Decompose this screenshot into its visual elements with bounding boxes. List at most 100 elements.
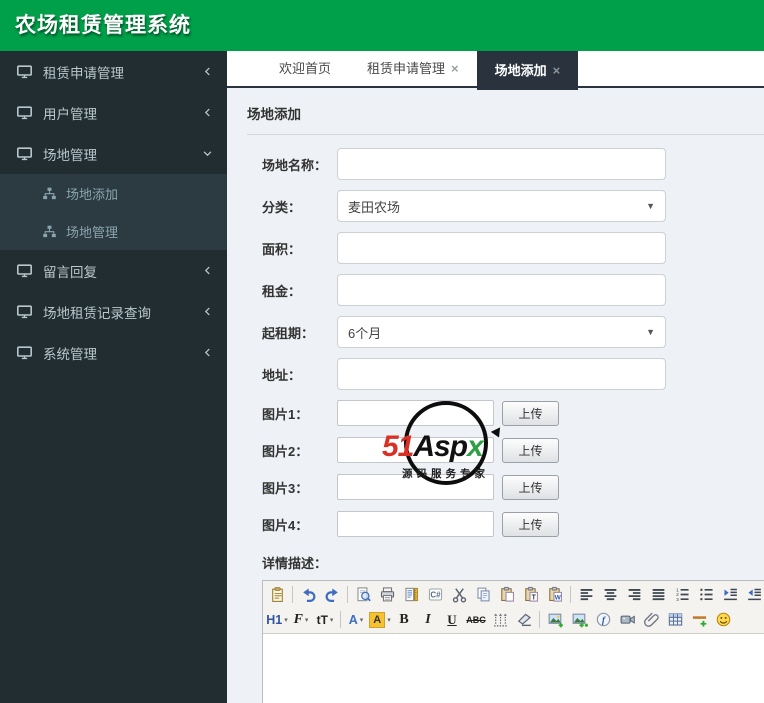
sidebar-subitem-site-manage[interactable]: 场地管理 (0, 212, 227, 250)
area-input[interactable] (337, 232, 666, 264)
sidebar-item-rental-applications[interactable]: 租赁申请管理 (0, 51, 227, 92)
form-row-lease-term: 起租期： 6个月 ▼ (262, 316, 764, 348)
site-name-input[interactable] (337, 148, 666, 180)
heading-select[interactable]: H1 ▾ (265, 609, 289, 631)
horizontal-rule-icon[interactable] (687, 609, 711, 631)
paste-source-icon[interactable] (265, 584, 289, 606)
field-label: 图片3： (262, 480, 309, 496)
sidebar-item-rental-records[interactable]: 场地租赁记录查询 (0, 291, 227, 332)
sidebar-item-label: 场地租赁记录查询 (43, 305, 151, 321)
address-input[interactable] (337, 358, 666, 390)
highlight-color-picker[interactable]: A ▾ (368, 609, 392, 631)
chevron-left-icon (202, 66, 213, 77)
sidebar-subitem-label: 场地管理 (66, 224, 119, 240)
lease-term-select[interactable]: 6个月 ▼ (337, 316, 666, 348)
insert-flash-icon[interactable] (591, 609, 615, 631)
outdent-icon[interactable] (742, 584, 764, 606)
upload-image-icon[interactable] (567, 609, 591, 631)
emoticon-icon[interactable] (711, 609, 735, 631)
image4-input[interactable] (337, 511, 494, 537)
form-row-image1: 图片1： 上传 (262, 400, 764, 426)
insert-table-icon[interactable] (663, 609, 687, 631)
align-left-icon[interactable] (574, 584, 598, 606)
eraser-icon[interactable] (512, 609, 536, 631)
tab-bar: 欢迎首页 租赁申请管理 × 场地添加 × (227, 51, 764, 90)
undo-icon[interactable] (296, 584, 320, 606)
chevron-down-icon (202, 148, 213, 159)
bold-button[interactable]: B (392, 609, 416, 631)
field-label: 详情描述： (262, 556, 328, 571)
chevron-left-icon (202, 107, 213, 118)
align-center-icon[interactable] (598, 584, 622, 606)
sidebar-item-system-management[interactable]: 系统管理 (0, 332, 227, 373)
sitemap-icon (42, 224, 57, 239)
site-add-form: 场地名称： 分类： 麦田农场 ▼ 面积： 租金： 起租期： 6个月 ▼ 地址： (227, 135, 764, 703)
font-size-select[interactable]: tT ▾ (313, 609, 337, 631)
field-label: 图片2： (262, 443, 309, 459)
cut-icon[interactable] (447, 584, 471, 606)
monitor-icon (16, 63, 33, 80)
toolbar-separator (539, 611, 540, 628)
sidebar-item-user-management[interactable]: 用户管理 (0, 92, 227, 133)
main-content: 欢迎首页 租赁申请管理 × 场地添加 × 场地添加 场地名称： 分类： 麦田农场… (227, 51, 764, 703)
italic-button[interactable]: I (416, 609, 440, 631)
print-preview-icon[interactable] (351, 584, 375, 606)
upload-button-2[interactable]: 上传 (502, 437, 559, 463)
sidebar-item-label: 用户管理 (43, 106, 97, 122)
document-ruler-icon[interactable] (399, 584, 423, 606)
code-csharp-icon[interactable] (423, 584, 447, 606)
sidebar-item-site-management[interactable]: 场地管理 (0, 133, 227, 174)
form-row-image2: 图片2： 上传 (262, 437, 764, 463)
insert-media-icon[interactable] (615, 609, 639, 631)
form-row-site-name: 场地名称： (262, 148, 764, 180)
app-header: 农场租赁管理系统 (0, 0, 764, 51)
upload-button-4[interactable]: 上传 (502, 511, 559, 537)
dropdown-arrow-icon: ▼ (646, 201, 655, 211)
insert-image-icon[interactable] (543, 609, 567, 631)
close-icon[interactable]: × (553, 64, 561, 77)
redo-icon[interactable] (320, 584, 344, 606)
rich-text-editor: H1 ▾ F ▾ tT ▾ A ▾ A ▾ B I U ABC (262, 580, 764, 703)
paste-as-text-icon[interactable] (519, 584, 543, 606)
form-row-image3: 图片3： 上传 (262, 474, 764, 500)
tab-site-add[interactable]: 场地添加 × (476, 51, 579, 90)
field-label: 图片4： (262, 517, 309, 533)
tab-welcome[interactable]: 欢迎首页 (261, 51, 349, 86)
field-label: 图片1： (262, 406, 309, 422)
sidebar-subitem-label: 场地添加 (66, 186, 119, 202)
image1-input[interactable] (337, 400, 494, 426)
underline-button[interactable]: U (440, 609, 464, 631)
tab-rental-applications[interactable]: 租赁申请管理 × (349, 51, 477, 86)
upload-button-1[interactable]: 上传 (502, 400, 559, 426)
font-color-picker[interactable]: A ▾ (344, 609, 368, 631)
copy-icon[interactable] (471, 584, 495, 606)
image2-input[interactable] (337, 437, 494, 463)
form-row-area: 面积： (262, 232, 764, 264)
close-icon[interactable]: × (451, 62, 459, 75)
align-justify-icon[interactable] (646, 584, 670, 606)
strikethrough-button[interactable]: ABC (464, 609, 488, 631)
caret-down-icon: ▾ (387, 616, 391, 624)
align-right-icon[interactable] (622, 584, 646, 606)
attachment-icon[interactable] (639, 609, 663, 631)
category-select[interactable]: 麦田农场 ▼ (337, 190, 666, 222)
paste-from-word-icon[interactable] (543, 584, 567, 606)
rent-input[interactable] (337, 274, 666, 306)
image3-input[interactable] (337, 474, 494, 500)
selected-value: 麦田农场 (348, 199, 401, 215)
ordered-list-icon[interactable] (670, 584, 694, 606)
paragraph-spacing-icon[interactable] (488, 609, 512, 631)
unordered-list-icon[interactable] (694, 584, 718, 606)
sidebar-item-message-reply[interactable]: 留言回复 (0, 250, 227, 291)
indent-icon[interactable] (718, 584, 742, 606)
sidebar-item-label: 留言回复 (43, 264, 97, 280)
field-label: 面积： (262, 241, 302, 257)
sitemap-icon (42, 186, 57, 201)
field-label: 起租期： (262, 325, 315, 341)
print-icon[interactable] (375, 584, 399, 606)
upload-button-3[interactable]: 上传 (502, 474, 559, 500)
sidebar-subitem-site-add[interactable]: 场地添加 (0, 174, 227, 212)
editor-content[interactable] (263, 634, 764, 703)
paste-icon[interactable] (495, 584, 519, 606)
font-family-select[interactable]: F ▾ (289, 609, 313, 631)
